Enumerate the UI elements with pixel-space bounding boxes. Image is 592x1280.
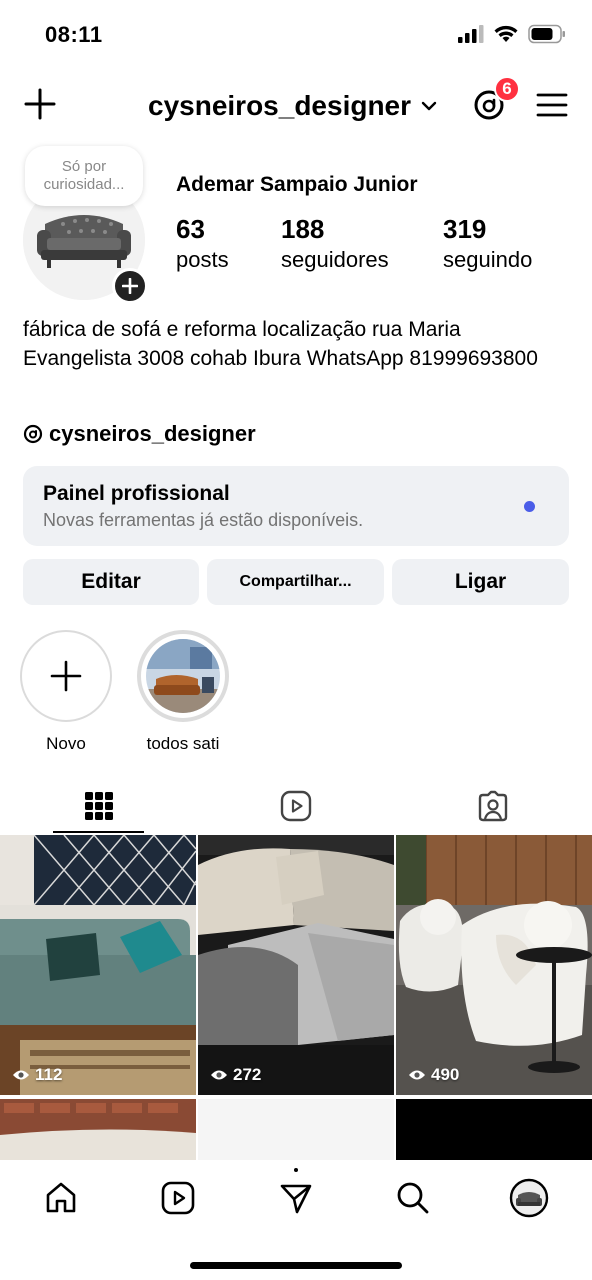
post-thumbnail[interactable]: 490: [396, 835, 592, 1095]
search-icon: [397, 1182, 429, 1214]
posts-grid: 112 272 490: [0, 835, 592, 1165]
new-indicator-dot: [524, 501, 535, 512]
status-bar: 08:11: [0, 0, 592, 70]
highlight-label: Novo: [46, 734, 86, 753]
view-count-value: 490: [431, 1065, 460, 1084]
following-stat[interactable]: 319 seguindo: [443, 214, 532, 273]
status-time: 08:11: [45, 22, 103, 47]
gray-sofa-photo: [198, 835, 394, 1095]
grid-icon: [84, 792, 113, 820]
eye-icon: [13, 1070, 29, 1080]
edit-profile-button[interactable]: Editar: [23, 559, 199, 605]
professional-dashboard-card[interactable]: Painel profissional Novas ferramentas já…: [23, 466, 569, 546]
note-text: Só por curiosidad...: [43, 158, 125, 193]
following-count: 319: [443, 214, 487, 244]
nav-search[interactable]: [393, 1178, 433, 1218]
profile-bio: fábrica de sofá e reforma localização ru…: [23, 318, 538, 370]
followers-stat[interactable]: 188 seguidores: [281, 214, 389, 273]
battery-icon: [528, 24, 565, 44]
reels-icon: [161, 1181, 195, 1215]
post-thumbnail[interactable]: [198, 1099, 394, 1165]
following-label: seguindo: [443, 247, 533, 272]
view-count: 490: [408, 1065, 459, 1085]
view-count: 272: [210, 1065, 261, 1085]
post-thumbnail[interactable]: 272: [198, 835, 394, 1095]
tagged-user-icon: [478, 790, 507, 822]
eye-icon: [409, 1070, 425, 1080]
tab-posts-grid[interactable]: [0, 778, 197, 834]
post-thumbnail[interactable]: 112: [0, 835, 196, 1095]
nav-home[interactable]: [41, 1178, 81, 1218]
profile-header: cysneiros_designer 6: [0, 76, 592, 132]
highlight-thumbnail-image: [146, 639, 220, 713]
active-tab-indicator: [53, 831, 144, 833]
pro-panel-title: Painel profissional: [43, 482, 230, 505]
cellular-signal-icon: [458, 25, 484, 43]
new-activity-dot: [294, 1168, 298, 1172]
full-name: Ademar Sampaio Junior: [176, 173, 418, 196]
highlight-item[interactable]: todos sati: [137, 630, 229, 754]
new-highlight[interactable]: Novo: [20, 630, 112, 754]
wifi-icon: [494, 25, 518, 42]
threads-profile-link[interactable]: cysneiros_designer: [23, 421, 256, 447]
home-icon: [46, 1182, 76, 1213]
view-count-value: 112: [35, 1065, 63, 1084]
home-indicator: [190, 1262, 402, 1269]
brick-wall-sofa-photo: [0, 1099, 196, 1165]
profile-note-bubble[interactable]: Só por curiosidad...: [25, 146, 143, 206]
view-count-value: 272: [233, 1065, 262, 1084]
plus-icon: [50, 660, 82, 692]
nav-profile[interactable]: [509, 1178, 549, 1218]
nav-reels[interactable]: [158, 1178, 198, 1218]
bottom-navigation: [0, 1160, 592, 1280]
tab-reels[interactable]: [197, 778, 394, 834]
threads-icon: [23, 424, 43, 444]
account-switcher[interactable]: cysneiros_designer: [148, 90, 437, 122]
chevron-down-icon: [421, 101, 437, 111]
plus-icon: [122, 278, 138, 294]
highlight-label: todos sati: [146, 734, 220, 753]
posts-label: posts: [176, 247, 229, 272]
new-highlight-circle: [20, 630, 112, 722]
post-thumbnail[interactable]: [396, 1099, 592, 1165]
eye-icon: [211, 1070, 227, 1080]
reels-icon: [280, 790, 311, 822]
status-icons: [458, 24, 566, 44]
threads-handle: cysneiros_designer: [49, 421, 256, 446]
add-story-button[interactable]: [112, 268, 148, 304]
followers-label: seguidores: [281, 247, 389, 272]
posts-count: 63: [176, 214, 205, 244]
nav-messages[interactable]: [276, 1178, 316, 1218]
pro-panel-subtitle: Novas ferramentas já estão disponíveis.: [43, 510, 364, 530]
followers-count: 188: [281, 214, 325, 244]
highlight-cover: [137, 630, 229, 722]
header-username: cysneiros_designer: [148, 90, 412, 121]
notification-badge: 6: [494, 76, 520, 102]
teal-sofa-photo: [0, 835, 196, 1095]
post-thumbnail[interactable]: [0, 1099, 196, 1165]
posts-stat[interactable]: 63 posts: [176, 214, 229, 273]
tab-tagged[interactable]: [394, 778, 591, 834]
paper-plane-icon: [280, 1184, 312, 1214]
share-profile-button[interactable]: Compartilhar...: [207, 559, 384, 605]
content-tabs: [0, 778, 592, 834]
menu-hamburger-icon[interactable]: [536, 92, 568, 118]
profile-avatar-icon: [509, 1178, 549, 1218]
create-plus-icon[interactable]: [24, 88, 56, 120]
call-button[interactable]: Ligar: [392, 559, 569, 605]
view-count: 112: [12, 1065, 62, 1085]
white-armchairs-photo: [396, 835, 592, 1095]
